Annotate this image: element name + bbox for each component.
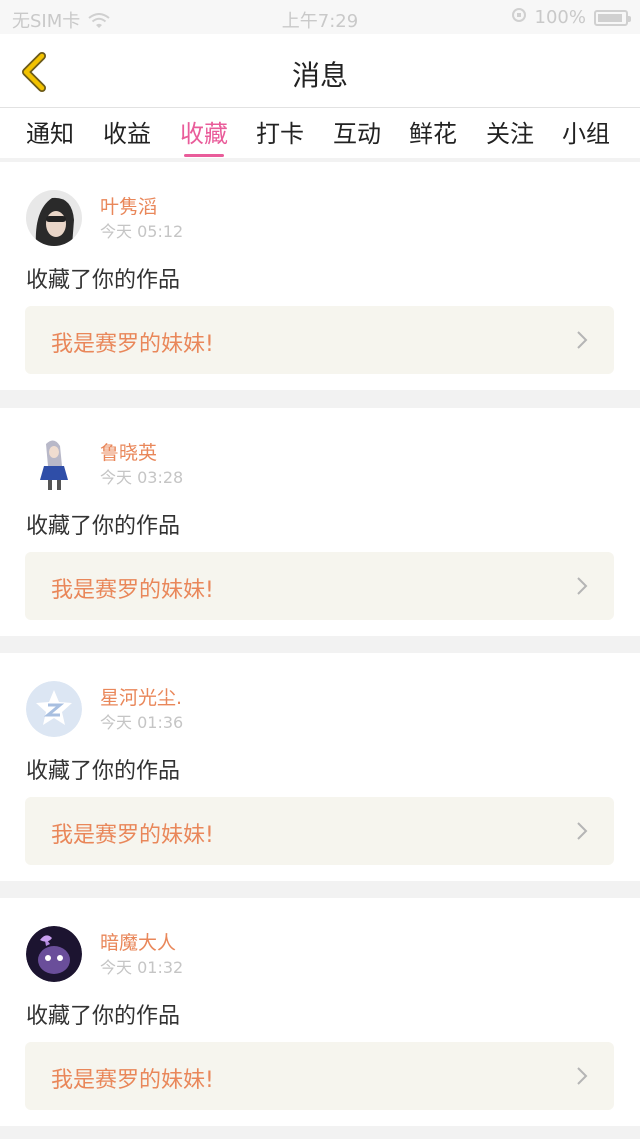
message-card: 叶隽滔 今天 05:12 收藏了你的作品 我是赛罗的妹妹! <box>0 162 640 390</box>
tab-earnings[interactable]: 收益 <box>103 114 151 149</box>
tab-group[interactable]: 小组 <box>562 114 610 149</box>
message-time: 今天 01:32 <box>100 958 184 977</box>
message-time: 今天 05:12 <box>100 222 184 241</box>
chevron-right-icon <box>577 822 588 840</box>
nav-bar: 消息 <box>0 34 640 108</box>
chevron-right-icon <box>577 331 588 349</box>
action-text: 收藏了你的作品 <box>26 514 181 539</box>
work-title: 我是赛罗的妹妹! <box>51 1068 214 1093</box>
message-card: 暗魔大人 今天 01:32 收藏了你的作品 我是赛罗的妹妹! <box>0 898 640 1126</box>
avatar[interactable] <box>26 926 82 982</box>
message-card: 鲁晓英 今天 03:28 收藏了你的作品 我是赛罗的妹妹! <box>0 408 640 636</box>
page-title: 消息 <box>291 59 348 92</box>
battery-icon <box>594 9 631 26</box>
lock-rotation-icon <box>511 7 527 28</box>
tab-interaction[interactable]: 互动 <box>333 114 381 149</box>
work-title: 我是赛罗的妹妹! <box>51 578 214 603</box>
work-link[interactable]: 我是赛罗的妹妹! <box>25 552 614 620</box>
work-title: 我是赛罗的妹妹! <box>51 332 214 357</box>
work-link[interactable]: 我是赛罗的妹妹! <box>25 797 614 865</box>
chevron-right-icon <box>577 577 588 595</box>
work-link[interactable]: 我是赛罗的妹妹! <box>25 306 614 374</box>
chevron-right-icon <box>577 1067 588 1085</box>
action-text: 收藏了你的作品 <box>26 1004 181 1029</box>
message-card: 星河光尘. 今天 01:36 收藏了你的作品 我是赛罗的妹妹! <box>0 653 640 881</box>
avatar[interactable] <box>26 436 82 492</box>
user-name[interactable]: 星河光尘. <box>100 683 182 710</box>
work-title: 我是赛罗的妹妹! <box>51 823 214 848</box>
avatar[interactable] <box>26 190 82 246</box>
tab-bar: 通知 收益 收藏 打卡 互动 鲜花 关注 小组 <box>0 108 640 158</box>
tab-flowers[interactable]: 鲜花 <box>409 114 457 149</box>
tab-notice[interactable]: 通知 <box>26 114 74 149</box>
status-right: 100% <box>511 7 631 28</box>
avatar[interactable] <box>26 681 82 737</box>
action-text: 收藏了你的作品 <box>26 759 181 784</box>
status-bar: 无SIM卡 上午7:29 100% <box>0 0 640 34</box>
message-time: 今天 03:28 <box>100 468 184 487</box>
message-time: 今天 01:36 <box>100 713 184 732</box>
active-tab-indicator <box>184 154 224 157</box>
battery-percent: 100% <box>534 7 586 28</box>
tab-follow[interactable]: 关注 <box>486 114 534 149</box>
user-name[interactable]: 暗魔大人 <box>100 928 176 955</box>
user-name[interactable]: 叶隽滔 <box>100 192 157 219</box>
work-link[interactable]: 我是赛罗的妹妹! <box>25 1042 614 1110</box>
action-text: 收藏了你的作品 <box>26 268 181 293</box>
tab-favorites[interactable]: 收藏 <box>180 114 228 157</box>
tab-checkin[interactable]: 打卡 <box>256 114 304 149</box>
user-name[interactable]: 鲁晓英 <box>100 438 157 465</box>
